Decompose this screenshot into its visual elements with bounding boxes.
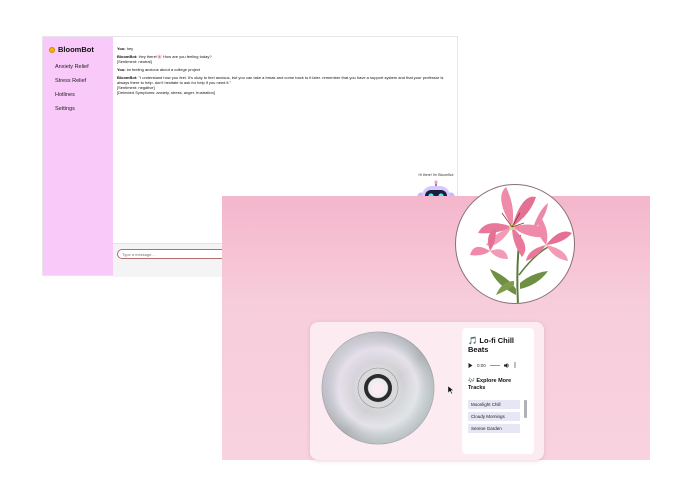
sidebar: BloomBot Anxiety Relief Stress Relief Ho… [43,37,113,275]
track-item-moonlight-chill[interactable]: Moonlight Chill [468,400,520,409]
robot-greeting: Hi there! I'm BloomBot [418,173,454,177]
playback-time: 0:00 [477,362,486,368]
volume-icon[interactable] [503,362,510,368]
compact-disc-icon[interactable] [320,330,436,446]
message-text: im feeling anxious about a college proje… [126,67,201,72]
chat-message: BloomBot: "I understand how you feel. It… [117,75,453,95]
message-symptoms: [Detected Symptoms: anxiety, stress, ang… [117,90,215,95]
music-player-window: 🎵 Lo-fi Chill Beats 0:00 🎶 Explore More … [222,184,650,460]
message-sentiment: [Sentiment: neutral] [117,59,152,64]
message-speaker: You: [117,46,126,51]
track-info-panel: 🎵 Lo-fi Chill Beats 0:00 🎶 Explore More … [462,328,534,454]
play-icon[interactable] [468,362,473,368]
sidebar-item-anxiety-relief[interactable]: Anxiety Relief [55,64,107,70]
audio-controls: 0:00 [468,362,528,368]
chat-message: You: im feeling anxious about a college … [117,67,453,72]
chat-message: BloomBot: Hey there!🌸 How are you feelin… [117,54,453,64]
brand-name: BloomBot [58,45,94,54]
mouse-cursor-icon [448,386,454,394]
track-item-cloudy-mornings[interactable]: Cloudy Mornings [468,412,520,421]
message-speaker: You: [117,67,126,72]
chat-message: You: hey [117,46,453,51]
sidebar-item-stress-relief[interactable]: Stress Relief [55,78,107,84]
lily-flower-illustration [470,187,572,303]
lily-flower-image [455,184,575,304]
more-options-icon[interactable] [514,362,516,368]
track-item-serene-garden[interactable]: Serene Garden [468,424,520,433]
brand-logo-icon [49,46,55,53]
track-list: Moonlight Chill Cloudy Mornings Serene G… [468,400,528,440]
player-card: 🎵 Lo-fi Chill Beats 0:00 🎶 Explore More … [310,322,544,460]
sidebar-item-settings[interactable]: Settings [55,106,107,112]
message-text: hey [126,46,134,51]
track-list-scrollbar[interactable] [524,400,527,418]
screenshot-canvas: BloomBot Anxiety Relief Stress Relief Ho… [0,0,684,482]
explore-tracks-heading: 🎶 Explore More Tracks [468,378,512,391]
message-text: "I understand how you feel. It's okay to… [117,75,444,85]
brand: BloomBot [49,45,107,54]
sidebar-item-hotlines[interactable]: Hotlines [55,92,107,98]
track-title: 🎵 Lo-fi Chill Beats [468,336,514,354]
progress-bar[interactable] [489,364,500,366]
